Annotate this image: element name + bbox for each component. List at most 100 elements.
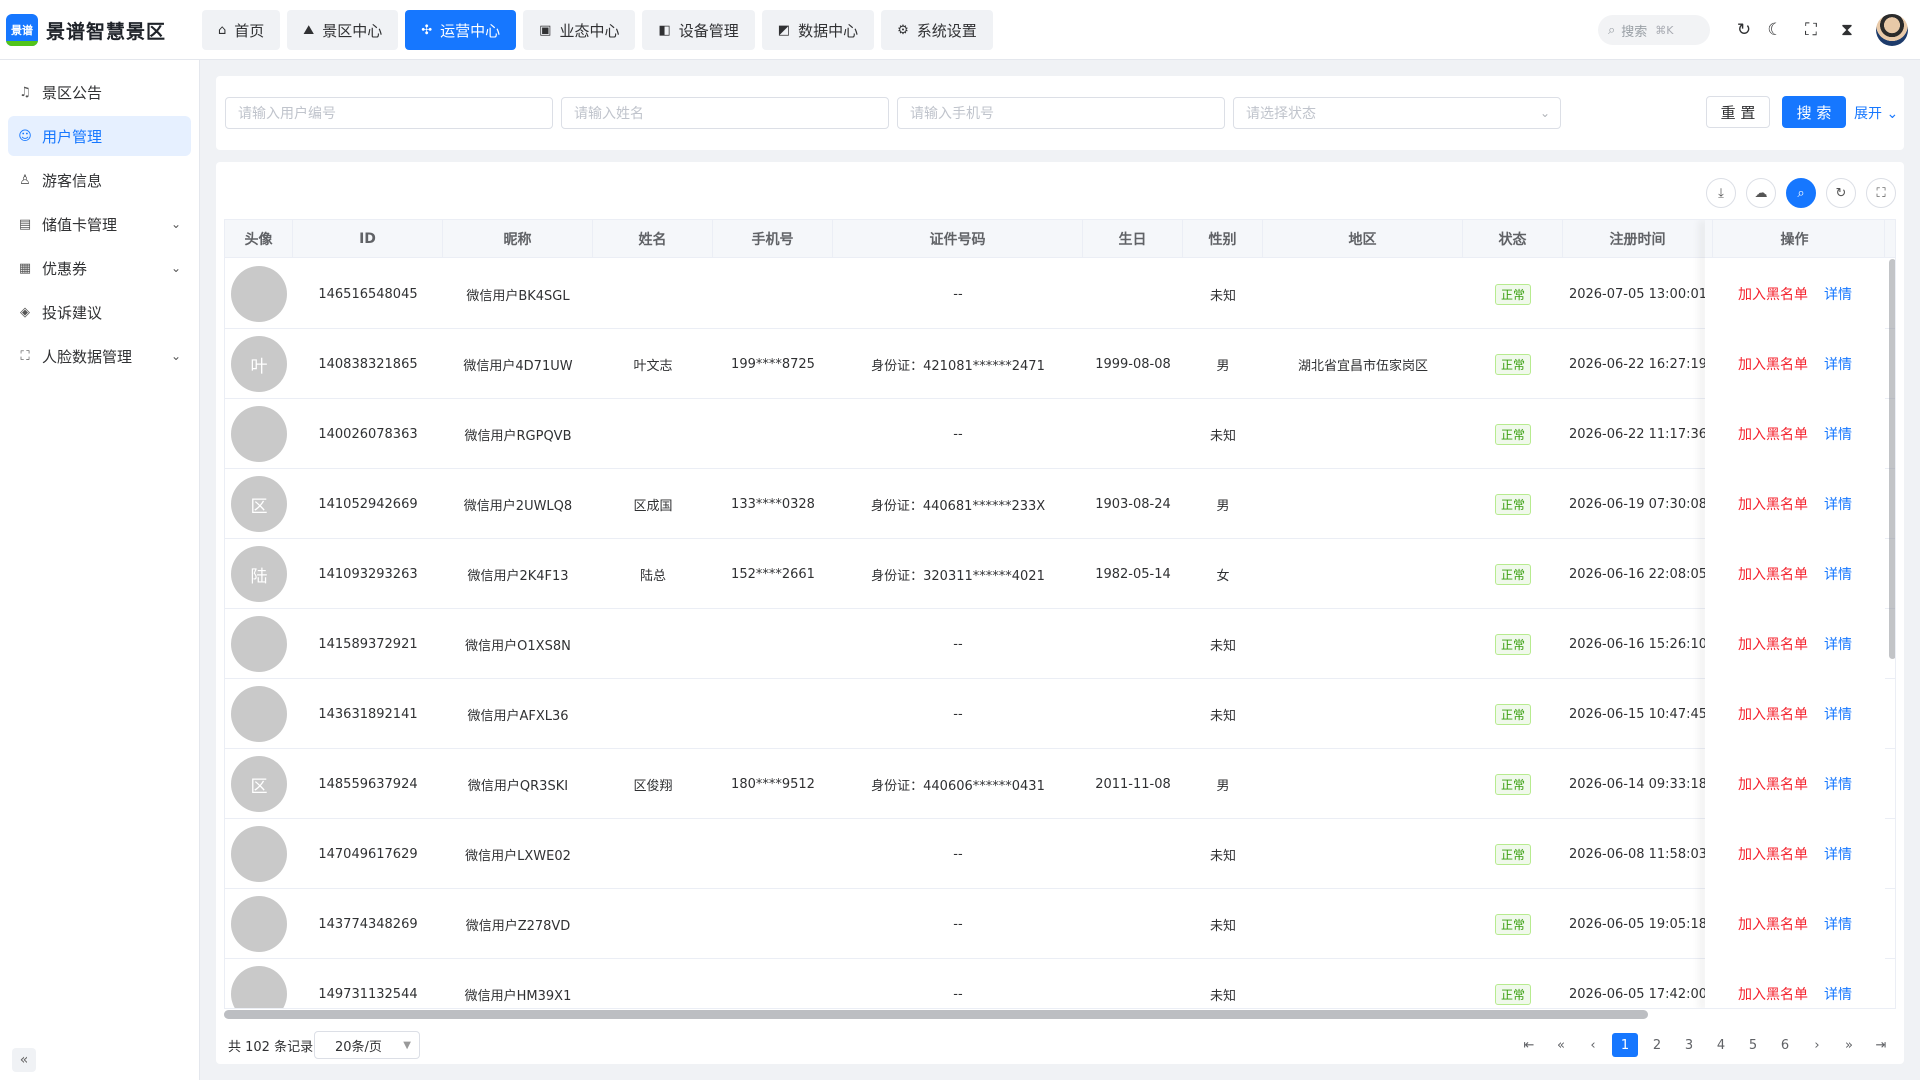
nav-tab-4[interactable]: ▣ 业态中心	[523, 10, 636, 50]
column-header[interactable]: 证件号码	[833, 220, 1083, 258]
sidebar-item-5[interactable]: ▦ 优惠券 ⌄	[8, 248, 191, 288]
sidebar-item-4[interactable]: ▤ 储值卡管理 ⌄	[8, 204, 191, 244]
detail-button[interactable]: 详情	[1824, 774, 1852, 794]
nav-tab-1[interactable]: ⌂ 首页	[202, 10, 281, 50]
reset-button[interactable]: 重 置	[1706, 96, 1770, 128]
avatar	[231, 616, 287, 672]
table-row[interactable]: 区 148559637924 微信用户QR3SKI 区俊翔 180****9512 身份证…	[225, 749, 1895, 819]
app-logo[interactable]: 景谱 景谱智慧景区	[6, 14, 166, 46]
expand-filters-button[interactable]: 展开 ⌄	[1854, 103, 1898, 123]
next-group-icon[interactable]: »	[1836, 1033, 1862, 1057]
nav-tab-icon: ⚙	[897, 22, 909, 38]
page-number-button[interactable]: 4	[1708, 1033, 1734, 1057]
first-page-icon[interactable]: ⇤	[1516, 1033, 1542, 1057]
column-header[interactable]: 状态	[1463, 220, 1563, 258]
cell-idcard: --	[953, 986, 963, 1002]
refresh-icon[interactable]: ↻	[1732, 18, 1756, 42]
next-page-icon[interactable]: ›	[1804, 1033, 1830, 1057]
column-header[interactable]: 手机号	[713, 220, 833, 258]
add-blacklist-button[interactable]: 加入黑名单	[1738, 844, 1808, 864]
user-id-input[interactable]: 请输入用户编号	[225, 97, 553, 129]
add-blacklist-button[interactable]: 加入黑名单	[1738, 284, 1808, 304]
table-row[interactable]: 149731132544 微信用户HM39X1 -- 未知 正常 2026-06-05 1…	[225, 959, 1895, 1008]
detail-button[interactable]: 详情	[1824, 354, 1852, 374]
detail-button[interactable]: 详情	[1824, 844, 1852, 864]
global-search[interactable]: ⌕ 搜索 ⌘K	[1598, 15, 1710, 45]
horizontal-scrollbar[interactable]	[224, 1010, 1648, 1019]
fullscreen-icon[interactable]: ⛶	[1799, 18, 1823, 42]
refresh-table-icon[interactable]: ↻	[1826, 178, 1856, 208]
table-row[interactable]: 147049617629 微信用户LXWE02 -- 未知 正常 2026-06-08 1…	[225, 819, 1895, 889]
column-header[interactable]: 头像	[225, 220, 293, 258]
sidebar-item-3[interactable]: ♙ 游客信息	[8, 160, 191, 200]
detail-button[interactable]: 详情	[1824, 494, 1852, 514]
page-number-button[interactable]: 6	[1772, 1033, 1798, 1057]
table-row[interactable]: 141589372921 微信用户O1XS8N -- 未知 正常 2026-06-16 1…	[225, 609, 1895, 679]
sidebar-item-icon: ▦	[18, 260, 32, 276]
dark-mode-icon[interactable]: ☾	[1763, 18, 1787, 42]
detail-button[interactable]: 详情	[1824, 984, 1852, 1004]
nav-tab-6[interactable]: ◩ 数据中心	[761, 10, 875, 50]
table-row[interactable]: 140026078363 微信用户RGPQVB -- 未知 正常 2026-06-22 1…	[225, 399, 1895, 469]
add-blacklist-button[interactable]: 加入黑名单	[1738, 704, 1808, 724]
page-number-button[interactable]: 2	[1644, 1033, 1670, 1057]
cell-status: 正常	[1463, 819, 1563, 889]
add-blacklist-button[interactable]: 加入黑名单	[1738, 494, 1808, 514]
detail-button[interactable]: 详情	[1824, 634, 1852, 654]
prev-group-icon[interactable]: «	[1548, 1033, 1574, 1057]
column-header[interactable]: 性别	[1183, 220, 1263, 258]
nav-tab-3[interactable]: ✣ 运营中心	[405, 10, 517, 50]
detail-button[interactable]: 详情	[1824, 564, 1852, 584]
detail-button[interactable]: 详情	[1824, 424, 1852, 444]
column-header[interactable]: ID	[293, 220, 443, 258]
vertical-scrollbar[interactable]	[1889, 259, 1895, 659]
sidebar-item-2[interactable]: ☺ 用户管理	[8, 116, 191, 156]
chevron-down-icon: ⌄	[170, 217, 181, 231]
table-row[interactable]: 陆 141093293263 微信用户2K4F13 陆总 152****2661 身份证：…	[225, 539, 1895, 609]
table-row[interactable]: 143631892141 微信用户AFXL36 -- 未知 正常 2026-06-15 1…	[225, 679, 1895, 749]
detail-button[interactable]: 详情	[1824, 704, 1852, 724]
column-header[interactable]: 地区	[1263, 220, 1463, 258]
nav-tab-7[interactable]: ⚙ 系统设置	[881, 10, 993, 50]
column-header[interactable]: 注册时间	[1563, 220, 1713, 258]
hourglass-icon[interactable]: ⧗	[1835, 18, 1859, 42]
column-header[interactable]: 姓名	[593, 220, 713, 258]
collapse-sidebar-icon[interactable]: «	[12, 1048, 36, 1072]
column-header[interactable]: 生日	[1083, 220, 1183, 258]
add-blacklist-button[interactable]: 加入黑名单	[1738, 564, 1808, 584]
nav-tab-5[interactable]: ◧ 设备管理	[642, 10, 755, 50]
prev-page-icon[interactable]: ‹	[1580, 1033, 1606, 1057]
page-size-select[interactable]: 20条/页 ▼	[314, 1031, 420, 1059]
table-row[interactable]: 区 141052942669 微信用户2UWLQ8 区成国 133****0328 身份证…	[225, 469, 1895, 539]
add-blacklist-button[interactable]: 加入黑名单	[1738, 774, 1808, 794]
download-icon[interactable]: ⤓	[1706, 178, 1736, 208]
page-number-button[interactable]: 1	[1612, 1033, 1638, 1057]
upload-cloud-icon[interactable]: ☁	[1746, 178, 1776, 208]
status-select[interactable]: 请选择状态 ⌄	[1233, 97, 1561, 129]
add-blacklist-button[interactable]: 加入黑名单	[1738, 914, 1808, 934]
column-header[interactable]: 昵称	[443, 220, 593, 258]
sidebar-item-1[interactable]: ♫ 景区公告	[8, 72, 191, 112]
table-row[interactable]: 叶 140838321865 微信用户4D71UW 叶文志 199****8725 身份证…	[225, 329, 1895, 399]
sidebar-item-7[interactable]: ⛶ 人脸数据管理 ⌄	[8, 336, 191, 376]
page-number-button[interactable]: 5	[1740, 1033, 1766, 1057]
page-number-button[interactable]: 3	[1676, 1033, 1702, 1057]
user-avatar[interactable]	[1876, 14, 1908, 46]
phone-input[interactable]: 请输入手机号	[897, 97, 1225, 129]
add-blacklist-button[interactable]: 加入黑名单	[1738, 984, 1808, 1004]
column-header[interactable]: 操作	[1705, 220, 1885, 258]
sidebar-item-6[interactable]: ◈ 投诉建议	[8, 292, 191, 332]
detail-button[interactable]: 详情	[1824, 914, 1852, 934]
fullscreen-table-icon[interactable]: ⛶	[1866, 178, 1896, 208]
detail-button[interactable]: 详情	[1824, 284, 1852, 304]
nav-tab-2[interactable]: ⛰ 景区中心	[287, 10, 399, 50]
table-row[interactable]: 146516548045 微信用户BK4SGL -- 未知 正常 2026-07-05 1…	[225, 259, 1895, 329]
add-blacklist-button[interactable]: 加入黑名单	[1738, 424, 1808, 444]
search-toggle-icon[interactable]: ⌕	[1786, 178, 1816, 208]
name-input[interactable]: 请输入姓名	[561, 97, 889, 129]
search-button[interactable]: 搜 索	[1782, 96, 1846, 128]
last-page-icon[interactable]: ⇥	[1868, 1033, 1894, 1057]
add-blacklist-button[interactable]: 加入黑名单	[1738, 354, 1808, 374]
add-blacklist-button[interactable]: 加入黑名单	[1738, 634, 1808, 654]
table-row[interactable]: 143774348269 微信用户Z278VD -- 未知 正常 2026-06-05 1…	[225, 889, 1895, 959]
